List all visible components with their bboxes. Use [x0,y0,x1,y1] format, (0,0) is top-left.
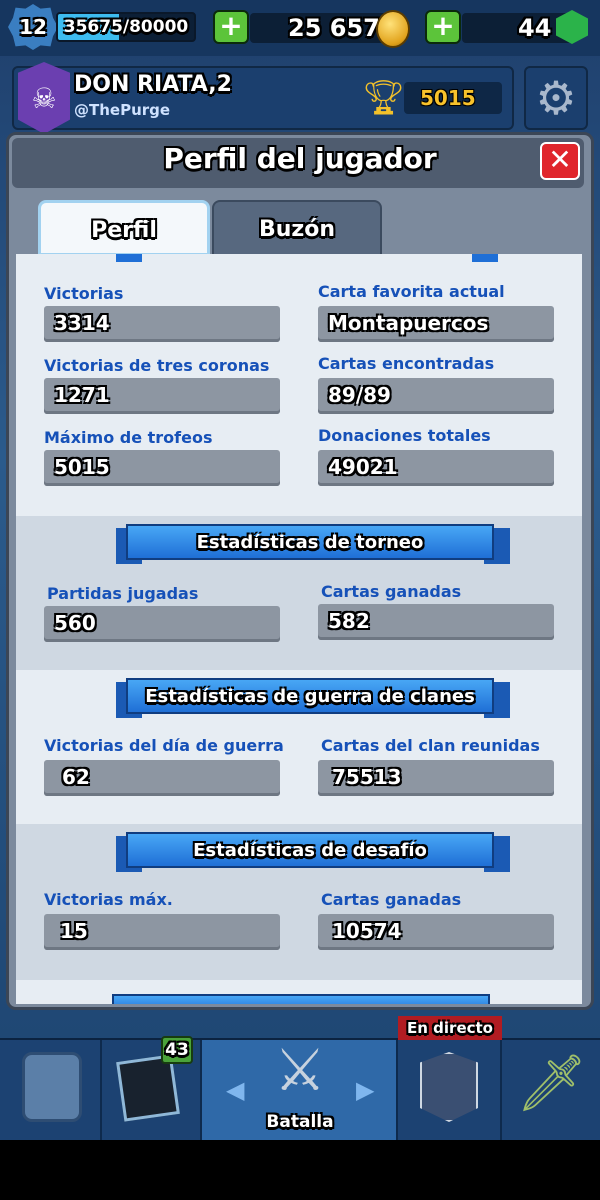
chevron-right-icon[interactable]: ▶ [356,1076,374,1104]
stat-value: 1271 [54,383,110,407]
stat-label: Cartas encontradas [318,354,495,373]
live-badge: En directo [398,1016,502,1040]
gold-amount: 25 657 [288,14,380,42]
player-name: DON RIATA,2 [74,72,232,97]
stat-label: Donaciones totales [318,426,491,445]
stat-label: Cartas ganadas [321,890,462,909]
tab-inbox[interactable]: Buzón [212,200,382,256]
stat-value: 582 [328,609,370,633]
clan-sword-laurel-icon: 🗡︎ [516,1051,588,1116]
tab-profile[interactable]: Perfil [38,200,210,256]
ribbon-remnant [116,254,142,262]
stat-label: Victorias del día de guerra [44,736,284,755]
stat-value-box: 75513 [318,760,554,796]
profile-content[interactable]: Victorias 3314 Carta favorita actual Mon… [16,254,582,1004]
next-ribbon [112,994,490,1004]
battle-label: Batalla [266,1112,334,1132]
stat-value: 15 [60,919,88,943]
tab-profile-label: Perfil [91,218,157,243]
stat-label: Victorias [44,284,124,303]
stat-value-box: 582 [318,604,554,640]
clan-badge-icon: ☠ [18,62,70,134]
challenge-ribbon: Estadísticas de desafío [126,832,494,868]
stat-value-box: 49021 [318,450,554,486]
cards-deck-icon [116,1054,180,1122]
stat-value: 75513 [332,765,402,789]
trophy-amount: 5015 [420,86,476,110]
stat-value: 89/89 [328,383,391,407]
stat-value-box: 5015 [44,450,280,486]
stat-value-box: 15 [44,914,280,950]
xp-bar: 35675/80000 [56,12,196,42]
stat-label: Cartas del clan reunidas [321,736,540,755]
stat-value: 49021 [328,455,398,479]
chevron-left-icon[interactable]: ◀ [226,1076,244,1104]
close-icon[interactable]: ✕ [540,142,580,180]
stat-value: 10574 [332,919,402,943]
stat-value-box: 1271 [44,378,280,414]
stat-value-box: Montapuercos [318,306,554,342]
stat-label: Victorias de tres coronas [44,356,270,375]
modal-title: Perfil del jugador [163,142,437,175]
stat-value-box: 3314 [44,306,280,342]
xp-text: 35675/80000 [63,17,189,37]
stat-value: 560 [54,611,96,635]
stat-value-box: 10574 [318,914,554,950]
stat-value-box: 62 [44,760,280,796]
stat-label: Victorias máx. [44,890,173,909]
stat-label: Carta favorita actual [318,282,505,301]
stat-value-box: 560 [44,606,280,642]
settings-gear-icon[interactable]: ⚙ [524,66,588,130]
stat-label: Partidas jugadas [47,584,199,603]
ribbon-remnant [472,254,498,262]
level-badge: 12 [8,4,58,50]
stat-value: Montapuercos [328,311,489,335]
tv-royale-icon [420,1052,478,1122]
stat-value-box: 89/89 [318,378,554,414]
gem-amount: 44 [518,14,552,42]
stat-label: Cartas ganadas [321,582,462,601]
add-gems-button[interactable]: + [425,10,461,44]
stat-value: 3314 [54,311,110,335]
stat-value: 62 [62,765,90,789]
tournament-ribbon: Estadísticas de torneo [126,524,494,560]
player-clan: @ThePurge [74,101,171,119]
gold-coin-icon [376,10,410,48]
stat-label: Máximo de trofeos [44,428,213,447]
gem-counter [462,13,572,43]
tab-inbox-label: Buzón [258,217,335,242]
add-gold-button[interactable]: + [213,10,249,44]
cards-count-badge: 43 [161,1036,193,1064]
crossed-swords-icon: ⚔ [274,1036,326,1104]
shop-chest-icon [22,1052,82,1122]
trophy-icon: 🏆︎ [362,78,406,118]
stat-value: 5015 [54,455,110,479]
clan-war-ribbon: Estadísticas de guerra de clanes [126,678,494,714]
